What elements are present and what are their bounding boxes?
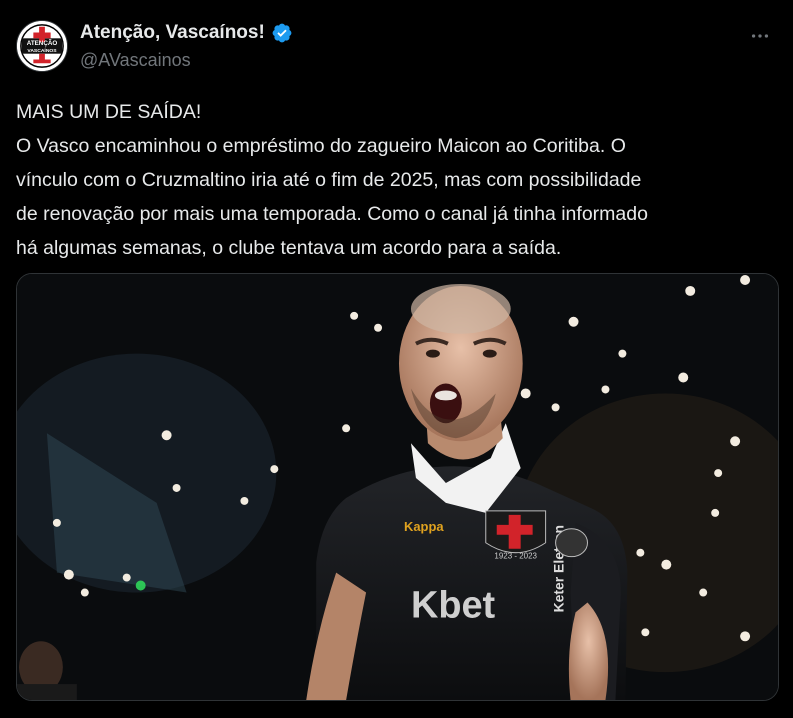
patch-years: 1923 - 2023 (494, 552, 537, 561)
tweet-text-line: há algumas semanas, o clube tentava um a… (16, 237, 562, 259)
tweet-text-line: vínculo com o Cruzmaltino iria até o fim… (16, 169, 642, 191)
tweet-media-photo[interactable]: 1923 - 2023 Kappa Kbet Keter Eletron (16, 273, 779, 701)
tweet-text-line: de renovação por mais uma temporada. Com… (16, 203, 648, 225)
jersey-sponsor: Kbet (411, 584, 496, 626)
avatar[interactable]: ATENÇÃO VASCAÍNOS (16, 20, 68, 72)
verified-badge-icon (272, 23, 292, 43)
tweet-text-line: O Vasco encaminhou o empréstimo do zague… (16, 135, 626, 157)
more-options-button[interactable] (745, 26, 775, 46)
vasco-crest: 1923 - 2023 (485, 510, 547, 561)
tweet-text: MAIS UM DE SAÍDA! O Vasco encaminhou o e… (16, 95, 786, 265)
avatar-text-top: ATENÇÃO (27, 40, 58, 47)
author-handle[interactable]: @AVascainos (80, 50, 191, 71)
avatar-text-bottom: VASCAÍNOS (27, 46, 57, 54)
display-name[interactable]: Atenção, Vascaínos! (80, 22, 265, 44)
jersey-brand: Kappa (404, 519, 444, 534)
player-photo: 1923 - 2023 Kappa Kbet Keter Eletron (17, 274, 778, 700)
more-options-icon (751, 34, 769, 38)
tweet-text-line: MAIS UM DE SAÍDA! (16, 101, 202, 123)
author-name-row: Atenção, Vascaínos! (80, 22, 293, 44)
avatar-logo: ATENÇÃO VASCAÍNOS (17, 21, 67, 71)
tweet: ATENÇÃO VASCAÍNOS Atenção, Vascaínos! @A… (0, 0, 793, 718)
